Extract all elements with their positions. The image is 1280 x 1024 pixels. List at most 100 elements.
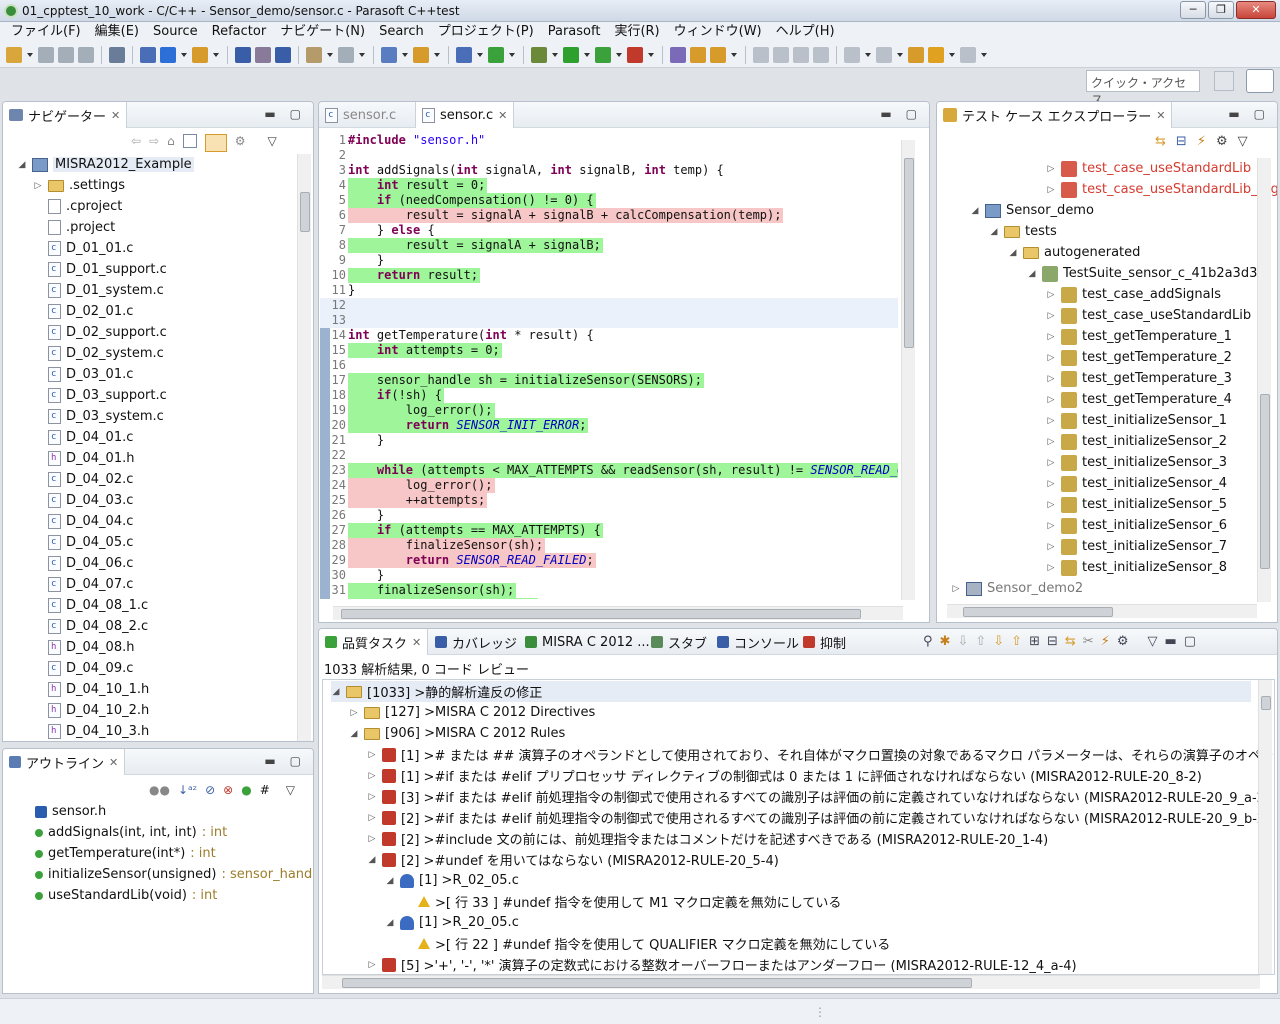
expand-toggle-icon[interactable]: ▷ — [1046, 479, 1056, 489]
menu-item[interactable]: ナビゲート(N) — [273, 22, 372, 42]
maximize-icon[interactable]: ▢ — [906, 107, 917, 121]
navigator-item[interactable]: D_02_01.c — [33, 301, 133, 322]
code-line[interactable]: 27 if (attempts == MAX_ATTEMPTS) { — [320, 523, 898, 538]
navigator-item[interactable]: D_04_09.c — [33, 658, 133, 679]
hash-icon[interactable]: # — [260, 783, 270, 797]
toolbar-button-icon[interactable] — [627, 46, 643, 63]
navigator-item[interactable]: D_02_support.c — [33, 322, 167, 343]
code-line[interactable]: 12 — [320, 298, 898, 313]
dropdown-arrow-icon[interactable] — [583, 47, 591, 63]
expand-toggle-icon[interactable]: ▷ — [1046, 458, 1056, 468]
explorer-item[interactable]: ▷ test_initializeSensor_3 — [1046, 452, 1227, 473]
dropdown-arrow-icon[interactable] — [508, 47, 516, 63]
explorer-item[interactable]: ▷ test_initializeSensor_7 — [1046, 536, 1227, 557]
code-line[interactable]: 31 finalizeSensor(sh); — [320, 583, 898, 598]
menu-item[interactable]: Search — [372, 22, 431, 42]
explorer-hscroll-thumb[interactable] — [963, 607, 1113, 617]
toolbar-button-icon[interactable] — [413, 46, 429, 63]
project-root[interactable]: ◢ MISRA2012_Example — [17, 154, 194, 175]
navigator-item[interactable]: ▷ .settings — [33, 175, 125, 196]
explorer-item[interactable]: ▷ Sensor_demo2 — [951, 578, 1084, 599]
hide-fields-icon[interactable]: ●● — [149, 783, 170, 797]
navigator-item[interactable]: D_04_01.h — [33, 448, 134, 469]
minimize-icon[interactable]: ▬ — [264, 754, 275, 768]
close-icon[interactable]: ✕ — [111, 109, 120, 122]
outline-item[interactable]: addSignals(int, int, int) : int — [35, 822, 227, 843]
explorer-item[interactable]: ▷ test_case_useStandardLib_org — [1046, 179, 1277, 200]
code-area[interactable]: 1 #include "sensor.h" 2 3 int addSignals(int… — [320, 129, 898, 599]
toolbar-button-icon[interactable] — [488, 46, 504, 63]
navigator-item[interactable]: D_04_03.c — [33, 490, 133, 511]
config-icon[interactable]: ⚙ — [1117, 634, 1129, 649]
result-row[interactable]: ▷ [2] >#if または #elif 前処理指令の制御式で使用されるすべての識… — [367, 807, 1270, 828]
cpp-perspective-button[interactable] — [1246, 69, 1274, 93]
menu-item[interactable]: ファイル(F) — [4, 22, 88, 42]
maximize-icon[interactable]: ▢ — [290, 107, 301, 121]
close-icon[interactable]: ✕ — [1156, 109, 1165, 122]
maximize-icon[interactable]: ▢ — [1254, 107, 1265, 121]
menu-item[interactable]: 編集(E) — [88, 22, 146, 42]
navigator-item[interactable]: D_04_07.c — [33, 574, 133, 595]
link-with-editor-icon[interactable] — [204, 134, 227, 152]
result-row[interactable]: ▷ [3] >#if または #elif 前処理指令の制御式で使用されるすべての識… — [367, 786, 1270, 807]
code-line[interactable]: 20 return SENSOR_INIT_ERROR; — [320, 418, 898, 433]
navigator-item[interactable]: D_02_system.c — [33, 343, 164, 364]
expand-toggle-icon[interactable]: ▷ — [1046, 416, 1056, 426]
toolbar-button-icon[interactable] — [306, 46, 322, 63]
minimize-icon[interactable]: ▬ — [264, 107, 275, 121]
toolbar-button-icon[interactable] — [531, 46, 547, 63]
code-line[interactable]: 25 ++attempts; — [320, 493, 898, 508]
code-line[interactable]: 19 log_error(); — [320, 403, 898, 418]
expand-toggle-icon[interactable]: ▷ — [1046, 542, 1056, 552]
tab-misra[interactable]: MISRA C 2012 ... — [519, 629, 656, 655]
navigator-item[interactable]: D_04_10_2.h — [33, 700, 149, 721]
navigator-item[interactable]: D_04_01.c — [33, 427, 133, 448]
code-line[interactable]: 9 } — [320, 253, 898, 268]
code-line[interactable]: 22 — [320, 448, 898, 463]
result-row[interactable]: ◢ [1] >R_20_05.c — [385, 912, 519, 933]
code-line[interactable]: 21 } — [320, 433, 898, 448]
navigator-item[interactable]: D_04_10_1.h — [33, 679, 149, 700]
code-line[interactable]: 32 return SENSOR_READ_OK; — [320, 598, 898, 599]
view-menu-icon[interactable]: ▽ — [1147, 634, 1157, 649]
dropdown-arrow-icon[interactable] — [948, 47, 956, 63]
explorer-hscroll[interactable] — [947, 604, 1257, 618]
outline-item[interactable]: initializeSensor(unsigned) : sensor_hand… — [35, 864, 313, 885]
expand-toggle-icon[interactable]: ◢ — [1008, 248, 1018, 258]
expand-toggle-icon[interactable]: ▷ — [367, 834, 377, 844]
navigator-item[interactable]: D_01_system.c — [33, 280, 164, 301]
code-line[interactable]: 23 while (attempts < MAX_ATTEMPTS && rea… — [320, 463, 898, 478]
down-icon[interactable]: ⇩ — [957, 634, 968, 649]
tab-sensor-c-active[interactable]: sensor.c ✕ — [415, 102, 515, 128]
navigator-item[interactable]: D_04_08_1.c — [33, 595, 148, 616]
expand-toggle-icon[interactable]: ▷ — [367, 771, 377, 781]
navigator-item[interactable]: D_04_02.c — [33, 469, 133, 490]
collapse-all-icon[interactable] — [182, 134, 197, 148]
results-vscroll-thumb[interactable] — [1261, 696, 1271, 710]
toolbar-button-icon[interactable] — [876, 46, 892, 63]
toolbar-button-icon[interactable] — [192, 46, 208, 63]
menu-item[interactable]: ウィンドウ(W) — [667, 22, 769, 42]
toolbar-button-icon[interactable] — [6, 46, 22, 63]
expand-toggle-icon[interactable]: ▷ — [1046, 353, 1056, 363]
expand-toggle-icon[interactable]: ▷ — [1046, 374, 1056, 384]
view-menu-icon[interactable]: ▽ — [268, 134, 277, 152]
tab-outline[interactable]: アウトライン ✕ — [3, 749, 126, 775]
explorer-item[interactable]: ◢ TestSuite_sensor_c_41b2a3d3 — [1027, 263, 1257, 284]
code-line[interactable]: 29 return SENSOR_READ_FAILED; — [320, 553, 898, 568]
code-line[interactable]: 18 if(!sh) { — [320, 388, 898, 403]
config-icon[interactable]: ⚙ — [1216, 134, 1228, 149]
up-icon[interactable]: ⇧ — [975, 634, 986, 649]
toolbar-button-icon[interactable] — [255, 46, 271, 63]
close-icon[interactable]: ✕ — [412, 636, 421, 649]
outline-item[interactable]: getTemperature(int*) : int — [35, 843, 216, 864]
menu-item[interactable]: Parasoft — [541, 22, 608, 42]
explorer-item[interactable]: ◢ autogenerated — [1008, 242, 1141, 263]
hide-static-icon[interactable]: ⊘ — [205, 783, 215, 797]
result-row[interactable]: ▷ [127] >MISRA C 2012 Directives — [349, 702, 596, 723]
navigator-item[interactable]: .project — [33, 217, 115, 238]
explorer-item[interactable]: ▷ test_initializeSensor_8 — [1046, 557, 1227, 578]
result-row[interactable]: ◢ [2] >#undef を用いてはならない (MISRA2012-RULE-2… — [367, 849, 779, 870]
dropdown-arrow-icon[interactable] — [730, 47, 738, 63]
sync-icon[interactable]: ⇆ — [1065, 634, 1076, 649]
